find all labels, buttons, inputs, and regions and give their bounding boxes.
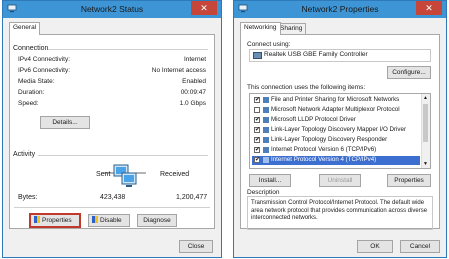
checkbox[interactable]: ✔ bbox=[254, 97, 260, 103]
general-panel: Connection IPv4 Connectivity: Internet I… bbox=[9, 34, 215, 229]
description-heading: Description bbox=[247, 189, 280, 196]
component-icon bbox=[263, 97, 269, 103]
network-properties-window: Network2 Properties ✕ Networking Sharing… bbox=[233, 0, 447, 258]
components-list[interactable]: ✔ File and Printer Sharing for Microsoft… bbox=[249, 93, 431, 169]
checkbox[interactable]: ✔ bbox=[254, 117, 260, 123]
divider bbox=[14, 207, 210, 208]
network-activity-icon bbox=[104, 164, 146, 187]
list-item-label: Microsoft LLDP Protocol Driver bbox=[271, 116, 356, 123]
list-item-label: Internet Protocol Version 4 (TCP/IPv4) bbox=[271, 156, 377, 163]
scroll-thumb[interactable] bbox=[423, 104, 428, 142]
title-bar[interactable]: Network2 Status ✕ bbox=[3, 1, 221, 18]
component-icon bbox=[263, 107, 269, 113]
items-label: This connection uses the following items… bbox=[247, 84, 366, 91]
row-label: Speed: bbox=[18, 100, 39, 107]
bytes-sent-value: 423,438 bbox=[100, 194, 126, 201]
checkbox[interactable]: ✔ bbox=[254, 127, 260, 133]
row-speed: Speed: 1.0 Gbps bbox=[18, 100, 206, 109]
configure-button[interactable]: Configure... bbox=[387, 66, 431, 79]
row-value: 00:09:47 bbox=[180, 89, 206, 96]
checkbox[interactable] bbox=[254, 107, 260, 113]
properties-label: Properties bbox=[42, 217, 72, 224]
row-media-state: Media State: Enabled bbox=[18, 78, 206, 87]
close-icon[interactable]: ✕ bbox=[416, 1, 442, 15]
scroll-up-icon[interactable]: ▲ bbox=[423, 95, 428, 101]
install-button[interactable]: Install... bbox=[249, 174, 291, 187]
divider bbox=[48, 49, 208, 50]
row-value: Internet bbox=[183, 56, 206, 63]
tab-general[interactable]: General bbox=[9, 22, 41, 35]
title-bar[interactable]: Network2 Properties ✕ bbox=[234, 1, 446, 18]
connection-heading: Connection bbox=[13, 45, 49, 52]
tab-sharing[interactable]: Sharing bbox=[276, 23, 307, 34]
adapter-icon bbox=[253, 52, 262, 59]
shield-icon bbox=[92, 216, 98, 223]
disable-label: Disable bbox=[100, 217, 122, 224]
component-icon bbox=[263, 137, 269, 143]
ok-button[interactable]: OK bbox=[357, 240, 393, 253]
networking-panel: Connect using: Realtek USB GBE Family Co… bbox=[240, 34, 440, 230]
row-label: Media State: bbox=[18, 78, 55, 85]
row-label: IPv6 Connectivity: bbox=[18, 67, 71, 74]
adapter-name: Realtek USB GBE Family Controller bbox=[264, 51, 368, 58]
adapter-box: Realtek USB GBE Family Controller bbox=[249, 49, 431, 62]
list-item-label: File and Printer Sharing for Microsoft N… bbox=[271, 96, 400, 103]
component-icon bbox=[263, 157, 269, 163]
checkbox[interactable]: ✔ bbox=[254, 147, 260, 153]
list-item[interactable]: ✔ File and Printer Sharing for Microsoft… bbox=[252, 96, 420, 105]
window-title: Network2 Properties bbox=[301, 4, 379, 14]
bytes-label: Bytes: bbox=[18, 194, 38, 201]
scroll-down-icon[interactable]: ▼ bbox=[423, 161, 428, 167]
bytes-received-value: 1,200,477 bbox=[176, 194, 208, 201]
disable-button[interactable]: Disable bbox=[88, 214, 130, 227]
scrollbar[interactable]: ▲ ▼ bbox=[421, 94, 430, 168]
list-item[interactable]: ✔ Internet Protocol Version 6 (TCP/IPv6) bbox=[252, 146, 420, 155]
window-title: Network2 Status bbox=[80, 4, 144, 14]
diagnose-button[interactable]: Diagnose bbox=[137, 214, 177, 227]
close-button[interactable]: Close bbox=[179, 240, 213, 253]
uninstall-button[interactable]: Uninstall bbox=[319, 174, 361, 187]
row-ipv4: IPv4 Connectivity: Internet bbox=[18, 56, 206, 65]
description-text: Transmission Control Protocol/Internet P… bbox=[251, 200, 428, 221]
checkbox[interactable]: ✔ bbox=[254, 137, 260, 143]
row-label: Duration: bbox=[18, 89, 45, 96]
row-value: 1.0 Gbps bbox=[179, 100, 206, 107]
list-item-label: Microsoft Network Adapter Multiplexor Pr… bbox=[271, 106, 400, 113]
component-icon bbox=[263, 127, 269, 133]
close-icon[interactable]: ✕ bbox=[191, 1, 217, 15]
list-item[interactable]: Microsoft Network Adapter Multiplexor Pr… bbox=[252, 106, 420, 115]
received-label: Received bbox=[160, 171, 190, 178]
row-duration: Duration: 00:09:47 bbox=[18, 89, 206, 98]
properties-button[interactable]: Properties bbox=[29, 213, 81, 228]
description-box: Transmission Control Protocol/Internet P… bbox=[247, 196, 433, 230]
connect-using-label: Connect using: bbox=[247, 41, 291, 48]
component-icon bbox=[263, 117, 269, 123]
list-item-label: Internet Protocol Version 6 (TCP/IPv6) bbox=[271, 146, 377, 153]
row-ipv6: IPv6 Connectivity: No Internet access bbox=[18, 67, 206, 76]
activity-heading: Activity bbox=[13, 151, 36, 158]
component-icon bbox=[263, 147, 269, 153]
cancel-button[interactable]: Cancel bbox=[400, 240, 440, 253]
details-button[interactable]: Details... bbox=[40, 116, 90, 129]
list-item-label: Link-Layer Topology Discovery Mapper I/O… bbox=[271, 126, 407, 133]
checkbox[interactable]: ✔ bbox=[254, 157, 260, 163]
divider bbox=[38, 155, 208, 156]
network-status-window: Network2 Status ✕ General Connection IPv… bbox=[2, 0, 222, 258]
list-item-label: Link-Layer Topology Discovery Responder bbox=[271, 136, 388, 143]
row-label: IPv4 Connectivity: bbox=[18, 56, 71, 63]
list-item[interactable]: ✔ Microsoft LLDP Protocol Driver bbox=[252, 116, 420, 125]
row-value: Enabled bbox=[182, 78, 206, 85]
row-value: No Internet access bbox=[151, 67, 206, 74]
list-item-selected[interactable]: ✔ Internet Protocol Version 4 (TCP/IPv4) bbox=[252, 156, 420, 165]
list-item[interactable]: ✔ Link-Layer Topology Discovery Responde… bbox=[252, 136, 420, 145]
tab-networking[interactable]: Networking bbox=[240, 22, 281, 35]
shield-icon bbox=[34, 216, 40, 223]
properties-button[interactable]: Properties bbox=[387, 174, 431, 187]
list-item[interactable]: ✔ Link-Layer Topology Discovery Mapper I… bbox=[252, 126, 420, 135]
